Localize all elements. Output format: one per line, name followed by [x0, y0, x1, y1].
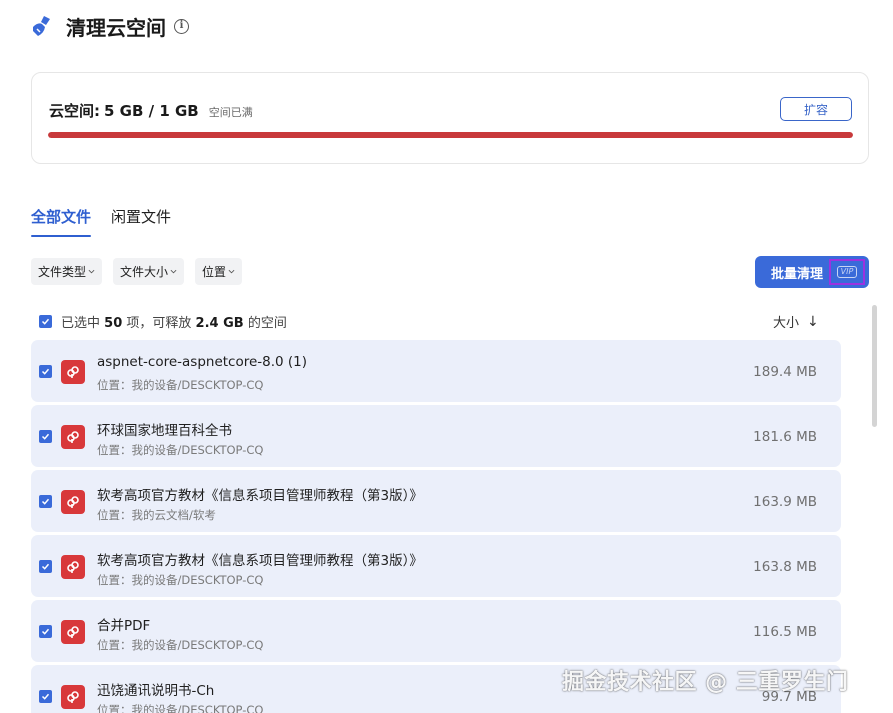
- summary-size: 2.4 GB: [195, 316, 244, 331]
- pdf-glyph-icon: [67, 691, 79, 703]
- batch-clean-button[interactable]: 批量清理 VIP: [755, 256, 869, 288]
- tab-idle-files[interactable]: 闲置文件: [111, 206, 171, 235]
- file-name: 合并PDF: [97, 618, 151, 634]
- file-row[interactable]: 软考高项官方教材《信息系项目管理师教程（第3版）》 位置：我的设备/DESCKT…: [31, 535, 841, 597]
- file-name: 环球国家地理百科全书: [97, 423, 232, 439]
- check-icon: [41, 563, 50, 570]
- file-checkbox[interactable]: [39, 430, 52, 443]
- check-icon: [41, 628, 50, 635]
- check-icon: [41, 368, 50, 375]
- pdf-glyph-icon: [67, 626, 79, 638]
- pdf-glyph-icon: [67, 431, 79, 443]
- file-checkbox[interactable]: [39, 690, 52, 703]
- file-checkbox[interactable]: [39, 625, 52, 638]
- file-location: 位置：我的云文档/软考: [97, 508, 216, 522]
- file-checkbox[interactable]: [39, 495, 52, 508]
- expand-button[interactable]: 扩容: [780, 97, 852, 121]
- batch-clean-label: 批量清理: [771, 266, 824, 282]
- filter-file-type-label: 文件类型: [38, 265, 87, 279]
- filter-location[interactable]: 位置: [195, 258, 243, 285]
- summary-mid: 项，可释放: [126, 316, 192, 331]
- file-size: 181.6 MB: [753, 429, 817, 445]
- file-location: 位置：我的设备/DESCKTOP-CQ: [97, 443, 264, 457]
- storage-card: 云空间: 5 GB / 1 GB 空间已满 扩容: [31, 72, 869, 164]
- filter-file-type[interactable]: 文件类型: [31, 258, 103, 285]
- file-name: 迅饶通讯说明书-Ch: [97, 683, 215, 699]
- storage-label: 云空间:: [49, 102, 100, 120]
- tab-bar: 全部文件 闲置文件: [31, 206, 191, 237]
- file-list: aspnet-core-aspnetcore-8.0 (1) 位置：我的设备/D…: [31, 340, 841, 713]
- vip-badge: VIP: [829, 259, 865, 285]
- file-row[interactable]: 合并PDF 位置：我的设备/DESCKTOP-CQ 116.5 MB: [31, 600, 841, 662]
- check-icon: [41, 318, 50, 325]
- file-location: 位置：我的设备/DESCKTOP-CQ: [97, 378, 264, 392]
- chevron-down-icon: [228, 269, 235, 274]
- selection-summary: 已选中 50 项，可释放 2.4 GB 的空间: [39, 312, 287, 331]
- summary-text: 已选中 50 项，可释放 2.4 GB 的空间: [61, 312, 287, 331]
- file-name: 软考高项官方教材《信息系项目管理师教程（第3版）》: [97, 488, 423, 504]
- chevron-down-icon: [170, 269, 177, 274]
- filter-location-label: 位置: [202, 265, 227, 279]
- file-size: 116.5 MB: [753, 624, 817, 640]
- file-size: 163.9 MB: [753, 494, 817, 510]
- arrow-down-icon: ↓: [807, 313, 819, 330]
- filter-file-size-label: 文件大小: [120, 265, 169, 279]
- scrollbar[interactable]: [872, 305, 877, 427]
- check-icon: [41, 498, 50, 505]
- pdf-icon: [61, 555, 85, 579]
- file-size: 163.8 MB: [753, 559, 817, 575]
- file-row[interactable]: 软考高项官方教材《信息系项目管理师教程（第3版）》 位置：我的云文档/软考 16…: [31, 470, 841, 532]
- watermark: 掘金技术社区 @ 三重罗生门: [562, 670, 849, 695]
- file-location: 位置：我的设备/DESCKTOP-CQ: [97, 638, 264, 652]
- sort-label: 大小: [773, 316, 800, 331]
- storage-status: 空间已满: [208, 106, 253, 119]
- file-location: 位置：我的设备/DESCKTOP-CQ: [97, 573, 264, 587]
- file-size: 189.4 MB: [753, 364, 817, 380]
- pdf-icon: [61, 425, 85, 449]
- chevron-down-icon: [88, 269, 95, 274]
- info-icon[interactable]: i: [174, 18, 189, 34]
- file-row[interactable]: 环球国家地理百科全书 位置：我的设备/DESCKTOP-CQ 181.6 MB: [31, 405, 841, 467]
- storage-value: 5 GB / 1 GB: [104, 102, 199, 120]
- file-checkbox[interactable]: [39, 365, 52, 378]
- check-icon: [41, 693, 50, 700]
- summary-prefix: 已选中: [61, 316, 101, 331]
- file-name: 软考高项官方教材《信息系项目管理师教程（第3版）》: [97, 553, 423, 569]
- pdf-glyph-icon: [67, 496, 79, 508]
- page-title: 清理云空间: [66, 15, 166, 40]
- pdf-icon: [61, 360, 85, 384]
- pdf-glyph-icon: [67, 366, 79, 378]
- page-header: 清理云空间 i: [30, 10, 189, 42]
- filter-file-size[interactable]: 文件大小: [113, 258, 185, 285]
- pdf-icon: [61, 490, 85, 514]
- file-checkbox[interactable]: [39, 560, 52, 573]
- pdf-icon: [61, 620, 85, 644]
- broom-icon: [33, 16, 50, 36]
- summary-suffix: 的空间: [247, 316, 287, 331]
- storage-progress-fill: [48, 132, 853, 138]
- file-name: aspnet-core-aspnetcore-8.0 (1): [97, 354, 308, 370]
- filter-bar: 文件类型 文件大小 位置: [31, 258, 253, 285]
- check-icon: [41, 433, 50, 440]
- pdf-icon: [61, 685, 85, 709]
- sort-by-size-button[interactable]: 大小 ↓: [773, 312, 819, 332]
- file-row[interactable]: aspnet-core-aspnetcore-8.0 (1) 位置：我的设备/D…: [31, 340, 841, 402]
- storage-progress-bar: [48, 132, 853, 138]
- select-all-checkbox[interactable]: [39, 315, 52, 328]
- tab-all-files[interactable]: 全部文件: [31, 206, 92, 237]
- file-location: 位置：我的设备/DESCKTOP-CQ: [97, 703, 264, 713]
- storage-summary: 云空间: 5 GB / 1 GB 空间已满: [49, 100, 253, 121]
- vip-badge-text: VIP: [836, 266, 858, 278]
- pdf-glyph-icon: [67, 561, 79, 573]
- summary-count: 50: [104, 316, 123, 331]
